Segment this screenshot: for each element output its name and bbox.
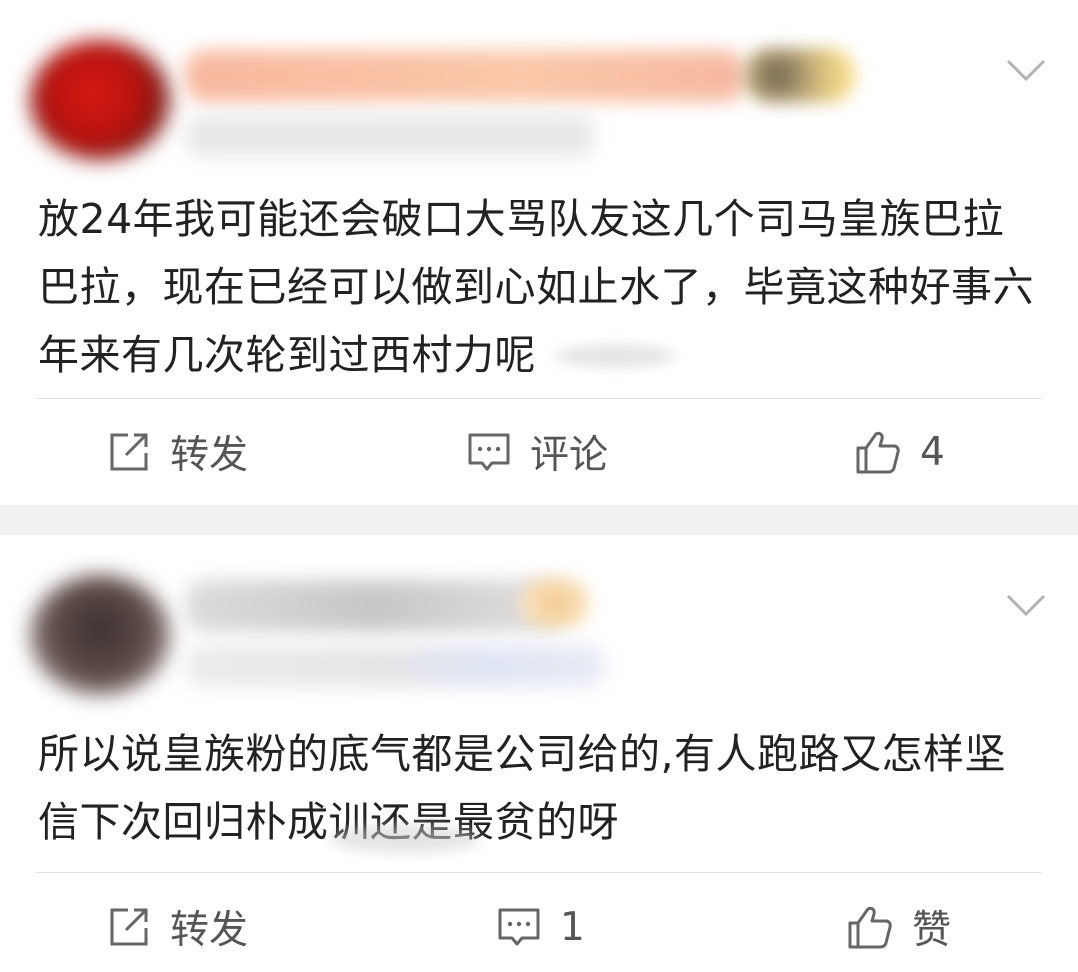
avatar[interactable] (30, 40, 170, 160)
post-meta-redacted (185, 645, 605, 687)
chevron-down-icon[interactable] (1004, 590, 1048, 620)
scribble-mark (330, 825, 480, 853)
user-badge-icon (520, 578, 590, 628)
divider (36, 398, 1042, 399)
feed: 放24年我可能还会破口大骂队友这几个司马皇族巴拉巴拉，现在已经可以做到心如止水了… (0, 0, 1078, 972)
comment-button[interactable]: 1 (496, 904, 585, 950)
username-redacted[interactable] (185, 50, 745, 102)
post-separator (0, 505, 1078, 535)
comment-icon (468, 433, 510, 471)
share-icon (110, 908, 148, 946)
thumbs-up-icon (856, 431, 900, 474)
post-card: 放24年我可能还会破口大骂队友这几个司马皇族巴拉巴拉，现在已经可以做到心如止水了… (0, 0, 1078, 505)
share-icon (110, 433, 148, 471)
like-button[interactable]: 4 (854, 428, 945, 476)
repost-button[interactable]: 转发 (106, 424, 248, 480)
avatar[interactable] (30, 575, 170, 695)
user-badge-icon (745, 48, 855, 103)
comment-label: 评论 (530, 433, 609, 478)
chevron-down-icon[interactable] (1004, 55, 1048, 85)
post-content: 所以说皇族粉的底气都是公司给的,有人跑路又怎样坚信下次回归朴成训还是最贫的呀 (38, 730, 1007, 846)
like-count: 4 (920, 429, 945, 475)
like-label: 赞 (912, 908, 952, 953)
comment-icon (498, 908, 540, 946)
post-content: 放24年我可能还会破口大骂队友这几个司马皇族巴拉巴拉，现在已经可以做到心如止水了… (38, 195, 1034, 379)
scribble-mark (555, 345, 675, 367)
comment-button[interactable]: 评论 (466, 424, 608, 480)
repost-label: 转发 (170, 908, 249, 953)
comment-count: 1 (560, 904, 585, 950)
repost-label: 转发 (170, 433, 249, 478)
username-redacted[interactable] (185, 580, 565, 632)
thumbs-up-icon (848, 906, 892, 949)
action-bar: 转发 1 赞 (0, 887, 1078, 967)
like-button[interactable]: 赞 (846, 899, 951, 955)
divider (36, 872, 1042, 873)
repost-button[interactable]: 转发 (106, 899, 248, 955)
post-card: 所以说皇族粉的底气都是公司给的,有人跑路又怎样坚信下次回归朴成训还是最贫的呀 转… (0, 535, 1078, 972)
post-meta-redacted (185, 115, 595, 157)
action-bar: 转发 评论 4 (0, 412, 1078, 492)
